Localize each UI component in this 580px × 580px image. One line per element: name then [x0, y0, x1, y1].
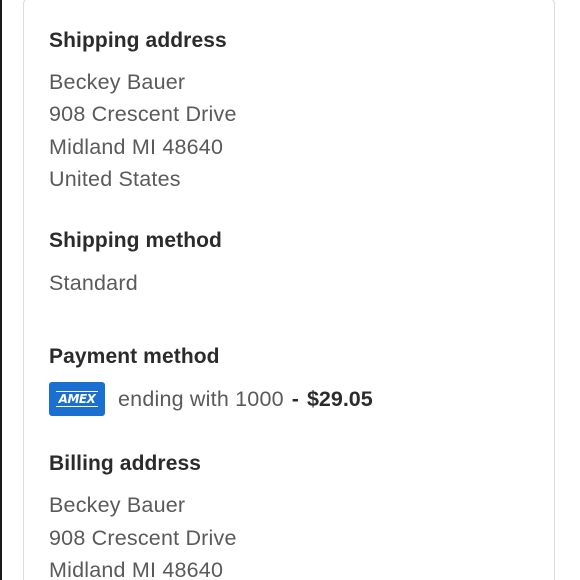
shipping-address-name: Beckey Bauer: [49, 70, 186, 94]
billing-address-name: Beckey Bauer: [49, 493, 186, 517]
amex-card-icon: AMEX: [49, 382, 105, 416]
billing-address-street: 908 Crescent Drive: [49, 526, 237, 550]
shipping-address-street: 908 Crescent Drive: [49, 102, 237, 126]
shipping-method-value: Standard: [49, 271, 138, 295]
order-summary-screen: Shipping address Beckey Bauer 908 Cresce…: [0, 0, 580, 580]
payment-amount: $29.05: [306, 386, 373, 411]
payment-separator: -: [291, 386, 299, 411]
amex-card-brand: AMEX: [55, 391, 99, 407]
billing-address-title: Billing address: [49, 452, 202, 475]
billing-address-city: Midland MI 48640: [49, 558, 224, 580]
shipping-address-title: Shipping address: [49, 29, 227, 52]
payment-method-row: AMEX ending with 1000 - $29.05: [49, 381, 373, 417]
window-edge: [0, 0, 2, 580]
card-ending-text: ending with 1000: [118, 386, 284, 411]
shipping-address-city: Midland MI 48640: [49, 135, 224, 159]
payment-method-title: Payment method: [49, 345, 220, 368]
shipping-method-title: Shipping method: [49, 229, 222, 252]
shipping-address-country: United States: [49, 167, 181, 191]
